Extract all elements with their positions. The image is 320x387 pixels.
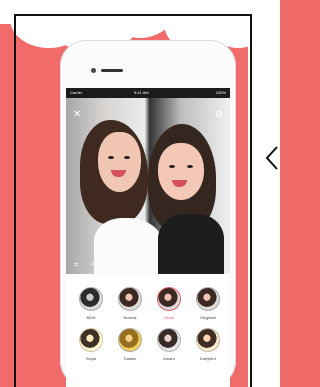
filter-item[interactable]: Toaster	[117, 328, 143, 366]
app-screen: Carrier 9:41 AM 100% ✕ ⚙ ⌗ ◔ ◒ ✎ ☺ B&W N…	[66, 88, 230, 387]
filter-item[interactable]: B&W	[78, 287, 104, 325]
person-left-eye	[124, 156, 130, 159]
status-bar: Carrier 9:41 AM 100%	[66, 88, 230, 98]
filter-thumbnail	[157, 287, 181, 311]
filter-thumbnail	[157, 328, 181, 352]
filter-thumbnail	[79, 328, 103, 352]
filter-thumbnail	[196, 287, 220, 311]
crop-icon[interactable]: ⌗	[74, 260, 79, 270]
brush-icon[interactable]: ✎	[122, 260, 129, 269]
frame-border-right	[250, 14, 252, 387]
filter-item[interactable]: Amaro	[156, 328, 182, 366]
right-panel	[248, 0, 280, 387]
filter-label: Sepia	[85, 356, 97, 361]
gear-icon[interactable]: ⚙	[215, 109, 223, 120]
selfie-photo: ✕ ⚙	[66, 98, 230, 276]
front-camera	[91, 68, 96, 73]
person-right-eye	[187, 165, 193, 168]
screenshot-frame: Carrier 9:41 AM 100% ✕ ⚙ ⌗ ◔ ◒ ✎ ☺ B&W N…	[0, 0, 280, 387]
close-icon[interactable]: ✕	[73, 109, 81, 120]
filter-thumbnail	[196, 328, 220, 352]
filter-label: Amaro	[163, 356, 175, 361]
edit-tool-row: ⌗ ◔ ◒ ✎ ☺	[66, 258, 230, 272]
filter-label: Moist	[164, 315, 174, 320]
person-right-eye	[169, 165, 175, 168]
filter-panel: B&W Normal Moist Gingham Sepia Toaster A…	[66, 274, 230, 387]
filter-thumbnail	[79, 287, 103, 311]
frame-border-left	[14, 14, 16, 387]
person-left-eye	[108, 156, 114, 159]
adjust-icon[interactable]: ◔	[90, 260, 95, 269]
filter-item[interactable]: Normal	[117, 287, 143, 325]
filter-label: Toaster	[123, 356, 137, 361]
photo-top-controls: ✕ ⚙	[73, 109, 223, 120]
filter-label: Gingham	[199, 315, 217, 320]
filter-item[interactable]: Earlybird	[195, 328, 221, 366]
filter-item[interactable]: Gingham	[195, 287, 221, 325]
filter-item[interactable]: Sepia	[78, 328, 104, 366]
share-arrow-icon	[265, 146, 278, 170]
phone-speaker	[101, 69, 123, 72]
status-left: Carrier	[70, 90, 83, 95]
status-right: 100%	[215, 90, 226, 95]
filter-label: Normal	[123, 315, 137, 320]
filter-label: B&W	[86, 315, 96, 320]
filter-item-selected[interactable]: Moist	[156, 287, 182, 325]
filter-thumbnail	[118, 328, 142, 352]
filter-thumbnail	[118, 287, 142, 311]
filter-label: Earlybird	[200, 356, 216, 361]
status-center: 9:41 AM	[134, 90, 149, 95]
filter-icon[interactable]: ◒	[106, 260, 111, 269]
sticker-icon[interactable]: ☺	[140, 260, 148, 269]
person-right-face	[158, 143, 204, 200]
frame-border-top	[14, 14, 252, 16]
person-left-face	[98, 132, 141, 192]
